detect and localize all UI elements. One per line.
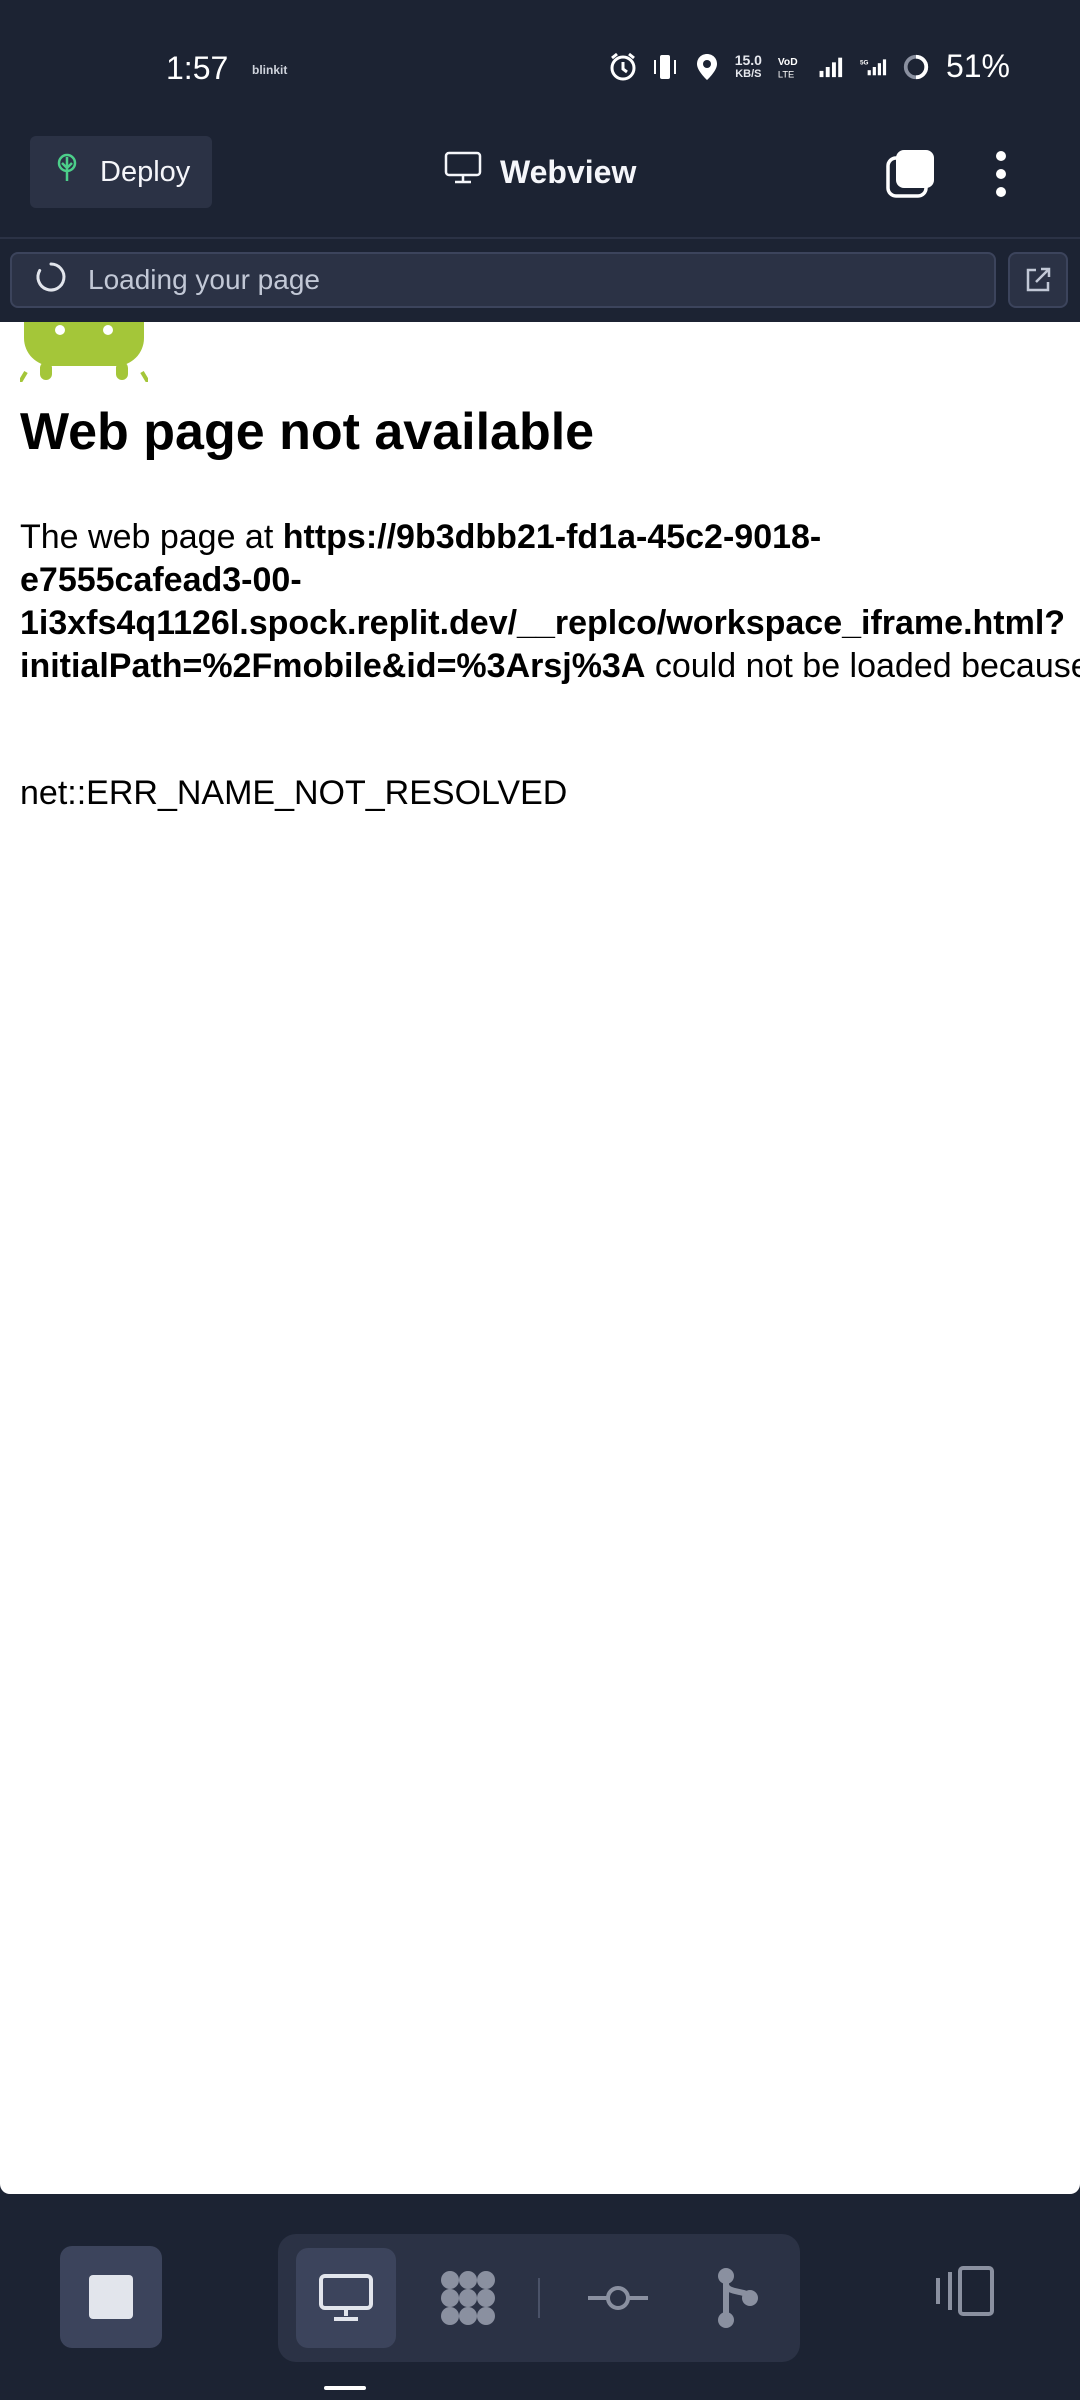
tabs-icon xyxy=(886,150,934,198)
loading-text: Loading your page xyxy=(88,264,320,295)
loading-spinner-icon xyxy=(34,260,68,301)
panel-layout-icon xyxy=(936,2266,994,2316)
bottom-toolbar xyxy=(0,2194,1080,2400)
error-title: Web page not available xyxy=(20,403,595,461)
error-prefix: The web page at xyxy=(20,518,283,556)
battery-saver-icon xyxy=(902,51,930,83)
location-icon xyxy=(693,51,721,83)
error-suffix: could not be loaded because: xyxy=(645,647,1080,685)
webview-tool-button[interactable] xyxy=(296,2248,396,2348)
net-speed-unit: KB/S xyxy=(735,67,762,80)
battery-percent: 51% xyxy=(945,48,1010,84)
status-time: 1:57 xyxy=(166,50,229,86)
signal-icon xyxy=(818,51,846,83)
alarm-icon xyxy=(609,51,637,83)
svg-text:VoD: VoD xyxy=(778,57,798,68)
network-speed: 15.0 KB/S xyxy=(735,53,762,81)
git-branch-icon xyxy=(718,2268,758,2328)
notification-app-icon: blinkit xyxy=(252,63,288,77)
home-indicator[interactable] xyxy=(324,2386,366,2390)
webview-content: Web page not available The web page at h… xyxy=(0,322,1080,2194)
svg-text:5G: 5G xyxy=(860,59,869,66)
page-title: Webview xyxy=(500,153,637,190)
monitor-icon xyxy=(319,2274,373,2321)
deploy-button[interactable]: Deploy xyxy=(30,136,212,208)
status-icons: 15.0 KB/S VoD LTE 5G 51% xyxy=(609,48,1010,85)
android-icon xyxy=(20,322,148,382)
panel-toggle-button[interactable] xyxy=(930,2264,1000,2326)
packages-tool-button[interactable] xyxy=(418,2248,518,2348)
git-tool-button[interactable] xyxy=(688,2248,788,2348)
more-vertical-icon xyxy=(996,151,1006,197)
divider xyxy=(0,237,1080,239)
deploy-label: Deploy xyxy=(100,155,191,188)
stop-icon xyxy=(89,2275,133,2319)
vibrate-icon xyxy=(651,51,679,83)
error-message: The web page at https://9b3dbb21-fd1a-45… xyxy=(20,516,1080,688)
tabs-button[interactable] xyxy=(884,148,936,200)
cells-icon xyxy=(441,2271,495,2325)
external-link-icon xyxy=(1026,267,1051,292)
webview-title: Webview xyxy=(444,150,636,194)
commit-tool-button[interactable] xyxy=(568,2248,668,2348)
volte-icon: VoD LTE xyxy=(776,51,804,83)
error-code: net::ERR_NAME_NOT_RESOLVED xyxy=(20,774,568,812)
monitor-icon xyxy=(444,151,482,193)
url-bar[interactable]: Loading your page xyxy=(10,252,996,308)
more-options-button[interactable] xyxy=(986,146,1016,202)
svg-text:LTE: LTE xyxy=(778,69,794,79)
signal-5g-icon: 5G xyxy=(860,51,888,83)
stop-button[interactable] xyxy=(60,2246,162,2348)
deploy-icon xyxy=(54,151,80,193)
tool-group xyxy=(278,2234,800,2362)
net-speed-value: 15.0 xyxy=(734,51,762,68)
open-in-new-tab-button[interactable] xyxy=(1008,252,1068,308)
toolbar-separator xyxy=(538,2278,540,2318)
git-commit-icon xyxy=(588,2286,648,2310)
top-app-bar: Deploy Webview xyxy=(0,130,1080,240)
status-bar: 1:57 blinkit 15.0 KB/S VoD LTE 5G 51% xyxy=(0,0,1080,140)
